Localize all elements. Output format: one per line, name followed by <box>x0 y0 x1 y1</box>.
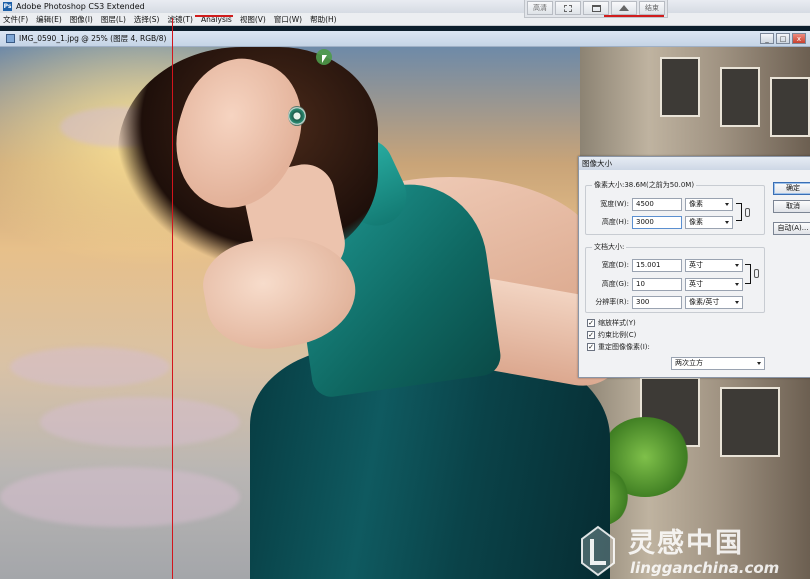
resolution-unit: 像素/英寸 <box>689 297 720 306</box>
watermark-en: lingganchina.com <box>630 559 780 577</box>
chain-link-icon <box>754 269 759 278</box>
guide-line[interactable] <box>172 18 173 579</box>
doc-width-row: 宽度(D): 15.001 英寸 <box>585 258 743 272</box>
resolution-unit-select[interactable]: 像素/英寸 <box>685 295 743 309</box>
constrain-bracket <box>745 264 751 284</box>
menu-edit[interactable]: 编辑(E) <box>36 14 62 25</box>
doc-width-input[interactable]: 15.001 <box>632 258 682 272</box>
resolution-row: 分辨率(R): 300 像素/英寸 <box>585 295 743 309</box>
cloud <box>40 397 240 447</box>
cancel-button[interactable]: 取消 <box>773 200 810 213</box>
hd-button[interactable]: 高清 <box>527 1 553 15</box>
checkmark-icon: ✓ <box>587 343 595 351</box>
annotation-mark <box>604 15 664 17</box>
menu-view[interactable]: 视图(V) <box>240 14 266 25</box>
app-titlebar: Ps Adobe Photoshop CS3 Extended <box>0 0 810 13</box>
chevron-down-icon <box>725 220 729 224</box>
constrain-proportions-checkbox[interactable]: ✓ 约束比例(C) <box>587 330 636 340</box>
pixel-height-label: 高度(H): <box>601 218 629 226</box>
document-titlebar[interactable]: IMG_0590_1.jpg @ 25% (图层 4, RGB/8) _ □ x <box>0 31 810 47</box>
chevron-down-icon <box>725 202 729 206</box>
pixel-height-input[interactable]: 3000 <box>632 215 682 229</box>
chevron-down-icon <box>757 362 761 365</box>
maximize-button[interactable]: □ <box>776 33 790 44</box>
photoshop-app-icon: Ps <box>3 2 12 11</box>
menu-window[interactable]: 窗口(W) <box>274 14 302 25</box>
earring <box>288 106 306 126</box>
pixel-height-unit-select[interactable]: 像素 <box>685 215 733 229</box>
resample-label: 重定图像像素(I): <box>598 343 650 351</box>
doc-height-unit-select[interactable]: 英寸 <box>685 277 743 291</box>
menu-image[interactable]: 图像(I) <box>70 14 93 25</box>
resolution-input[interactable]: 300 <box>632 295 682 309</box>
menu-bar: 文件(F) 编辑(E) 图像(I) 图层(L) 选择(S) 滤镜(T) Anal… <box>0 13 810 26</box>
chain-link-icon <box>745 208 750 217</box>
marquee-button[interactable] <box>555 1 581 15</box>
document-icon <box>6 34 15 43</box>
window-button[interactable] <box>583 1 609 15</box>
constrain-proportions-label: 约束比例(C) <box>598 331 637 339</box>
cursor-arrow-icon <box>322 55 327 63</box>
scale-styles-checkbox[interactable]: ✓ 缩放样式(Y) <box>587 318 636 328</box>
menu-file[interactable]: 文件(F) <box>3 14 28 25</box>
close-button[interactable]: x <box>792 33 806 44</box>
watermark-cn: 灵感中国 <box>628 528 744 559</box>
pixel-width-label: 宽度(W): <box>600 200 629 208</box>
pixel-height-row: 高度(H): 3000 像素 <box>585 215 733 229</box>
building-window <box>720 387 780 457</box>
checkmark-icon: ✓ <box>587 319 595 327</box>
chevron-down-icon <box>735 263 739 267</box>
cloud <box>10 347 170 387</box>
pixel-width-unit-select[interactable]: 像素 <box>685 197 733 211</box>
doc-height-unit: 英寸 <box>689 279 703 288</box>
pixel-dimensions-label: 像素大小:38.6M(之前为50.0M) <box>592 180 697 190</box>
doc-height-row: 高度(G): 10 英寸 <box>585 277 743 291</box>
checkmark-icon: ✓ <box>587 331 595 339</box>
app-title: Adobe Photoshop CS3 Extended <box>16 2 145 11</box>
pixel-height-unit: 像素 <box>689 217 703 226</box>
doc-height-label: 高度(G): <box>601 280 629 288</box>
home-icon <box>619 5 629 11</box>
watermark-logo <box>581 525 615 577</box>
menu-select[interactable]: 选择(S) <box>134 14 160 25</box>
resample-method-select[interactable]: 两次立方 <box>671 357 765 370</box>
window-controls: _ □ x <box>760 33 806 44</box>
document-size-label: 文档大小: <box>592 242 627 252</box>
cloud <box>0 467 240 527</box>
window-icon <box>591 4 601 12</box>
doc-height-input[interactable]: 10 <box>632 277 682 291</box>
building-window <box>660 57 700 117</box>
doc-width-label: 宽度(D): <box>601 261 629 269</box>
document-title: IMG_0590_1.jpg @ 25% (图层 4, RGB/8) <box>19 34 167 43</box>
annotation-mark <box>195 15 233 17</box>
image-size-dialog: 图像大小 像素大小:38.6M(之前为50.0M) 宽度(W): 4500 像素… <box>578 156 810 378</box>
resolution-label: 分辨率(R): <box>595 298 629 306</box>
building-window <box>770 77 810 137</box>
menu-help[interactable]: 帮助(H) <box>310 14 337 25</box>
scale-styles-label: 缩放样式(Y) <box>598 319 636 327</box>
auto-button[interactable]: 自动(A)... <box>773 222 810 235</box>
doc-width-unit: 英寸 <box>689 260 703 269</box>
constrain-bracket <box>736 203 742 221</box>
chevron-down-icon <box>735 282 739 286</box>
marquee-icon <box>564 4 572 12</box>
end-button[interactable]: 结束 <box>639 1 665 15</box>
pixel-width-unit: 像素 <box>689 199 703 208</box>
doc-width-unit-select[interactable]: 英寸 <box>685 258 743 272</box>
pixel-width-input[interactable]: 4500 <box>632 197 682 211</box>
menu-layer[interactable]: 图层(L) <box>101 14 126 25</box>
building-window <box>720 67 760 127</box>
pixel-width-row: 宽度(W): 4500 像素 <box>585 197 733 211</box>
ok-button[interactable]: 确定 <box>773 182 810 195</box>
chevron-down-icon <box>735 300 739 304</box>
dialog-title: 图像大小 <box>579 157 810 170</box>
resample-checkbox[interactable]: ✓ 重定图像像素(I): <box>587 342 650 352</box>
resample-method: 两次立方 <box>675 359 703 367</box>
minimize-button[interactable]: _ <box>760 33 774 44</box>
home-button[interactable] <box>611 1 637 15</box>
